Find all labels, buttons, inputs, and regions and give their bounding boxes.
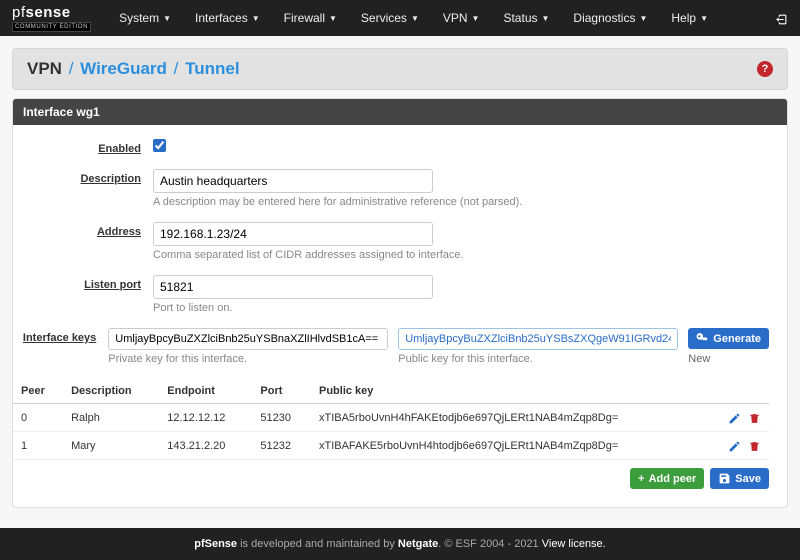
- description-help: A description may be entered here for ad…: [153, 196, 769, 208]
- table-row: 1 Mary 143.21.2.20 51232 xTIBAFAKE5rboUv…: [13, 432, 769, 460]
- col-port: Port: [252, 379, 311, 404]
- delete-icon[interactable]: [748, 410, 761, 425]
- delete-icon[interactable]: [748, 438, 761, 453]
- col-description: Description: [63, 379, 159, 404]
- key-icon: [696, 332, 709, 345]
- view-license-link[interactable]: View license.: [542, 538, 606, 550]
- listen-port-help: Port to listen on.: [153, 302, 769, 314]
- col-pubkey: Public key: [311, 379, 707, 404]
- breadcrumb-tunnel[interactable]: Tunnel: [185, 59, 239, 78]
- col-peer: Peer: [13, 379, 63, 404]
- breadcrumb-bar: VPN / WireGuard / Tunnel ?: [12, 48, 788, 90]
- chevron-down-icon: ▼: [639, 14, 647, 23]
- public-key-help: Public key for this interface.: [398, 353, 678, 365]
- save-icon: [718, 472, 731, 485]
- nav-services[interactable]: Services▼: [349, 0, 431, 36]
- breadcrumb-root[interactable]: VPN: [27, 59, 62, 78]
- logo[interactable]: pfsense COMMUNITY EDITION: [12, 4, 91, 32]
- breadcrumb: VPN / WireGuard / Tunnel: [27, 59, 240, 79]
- col-endpoint: Endpoint: [159, 379, 252, 404]
- panel-title: Interface wg1: [13, 99, 787, 125]
- nav-vpn[interactable]: VPN▼: [431, 0, 492, 36]
- table-row: 0 Ralph 12.12.12.12 51230 xTIBA5rboUvnH4…: [13, 404, 769, 432]
- label-description: Description: [80, 173, 141, 185]
- generate-button[interactable]: Generate: [688, 328, 769, 349]
- add-peer-button[interactable]: +Add peer: [630, 468, 704, 489]
- edit-icon[interactable]: [728, 438, 741, 453]
- private-key-input[interactable]: [108, 328, 388, 350]
- listen-port-input[interactable]: [153, 275, 433, 299]
- label-interface-keys: Interface keys: [23, 332, 96, 344]
- breadcrumb-wireguard[interactable]: WireGuard: [80, 59, 167, 78]
- chevron-down-icon: ▼: [329, 14, 337, 23]
- label-listen-port: Listen port: [84, 279, 141, 291]
- chevron-down-icon: ▼: [542, 14, 550, 23]
- chevron-down-icon: ▼: [163, 14, 171, 23]
- key-new-label: New: [688, 353, 710, 365]
- nav-system[interactable]: System▼: [107, 0, 183, 36]
- description-input[interactable]: [153, 169, 433, 193]
- public-key-input[interactable]: [398, 328, 678, 350]
- chevron-down-icon: ▼: [411, 14, 419, 23]
- label-address: Address: [97, 226, 141, 238]
- enabled-checkbox[interactable]: [153, 139, 166, 152]
- address-help: Comma separated list of CIDR addresses a…: [153, 249, 769, 261]
- chevron-down-icon: ▼: [700, 14, 708, 23]
- peers-table: Peer Description Endpoint Port Public ke…: [13, 379, 769, 460]
- chevron-down-icon: ▼: [252, 14, 260, 23]
- nav-status[interactable]: Status▼: [491, 0, 561, 36]
- edit-icon[interactable]: [728, 410, 741, 425]
- chevron-down-icon: ▼: [472, 14, 480, 23]
- help-icon[interactable]: ?: [757, 61, 773, 77]
- save-button[interactable]: Save: [710, 468, 769, 489]
- address-input[interactable]: [153, 222, 433, 246]
- interface-panel: Interface wg1 Enabled Description A desc…: [12, 98, 788, 508]
- plus-icon: +: [638, 473, 644, 485]
- nav-diagnostics[interactable]: Diagnostics▼: [561, 0, 659, 36]
- nav-menus: System▼ Interfaces▼ Firewall▼ Services▼ …: [107, 0, 720, 36]
- label-enabled: Enabled: [98, 143, 141, 155]
- logout-icon[interactable]: [775, 10, 788, 26]
- nav-interfaces[interactable]: Interfaces▼: [183, 0, 272, 36]
- nav-firewall[interactable]: Firewall▼: [272, 0, 349, 36]
- nav-help[interactable]: Help▼: [659, 0, 720, 36]
- top-navbar: pfsense COMMUNITY EDITION System▼ Interf…: [0, 0, 800, 36]
- private-key-help: Private key for this interface.: [108, 353, 388, 365]
- page-footer: pfSense is developed and maintained by N…: [0, 528, 800, 560]
